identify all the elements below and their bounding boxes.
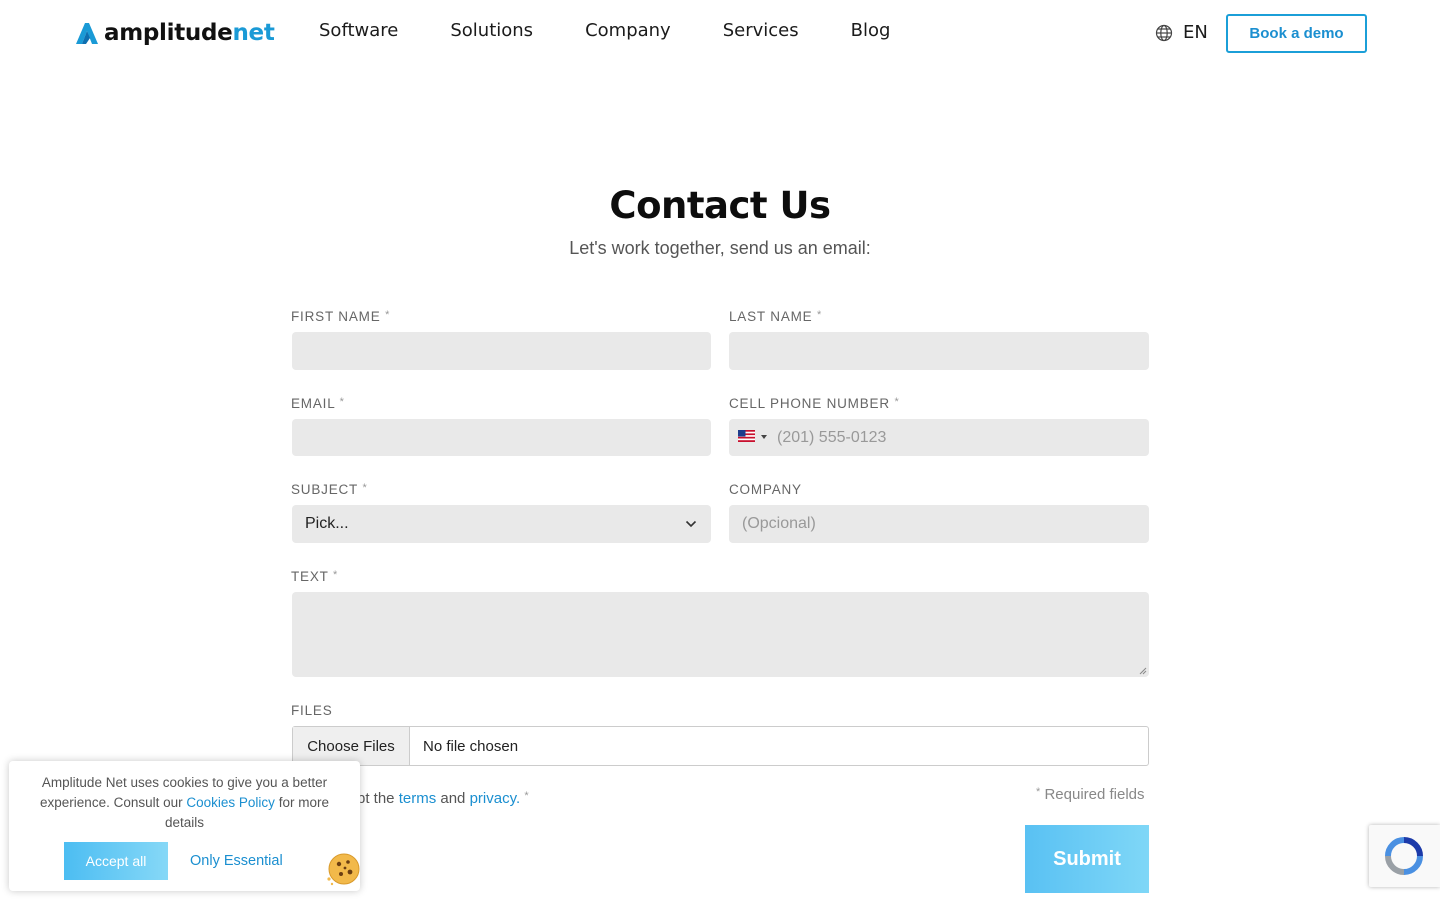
file-input[interactable]: Choose Files No file chosen <box>292 726 1149 766</box>
page-subtitle: Let's work together, send us an email: <box>569 238 871 258</box>
company-input[interactable]: (Opcional) <box>729 505 1149 543</box>
required-fields-note: * Required fields <box>1036 786 1145 803</box>
only-essential-button[interactable]: Only Essential <box>190 853 283 869</box>
file-status: No file chosen <box>423 737 519 755</box>
phone-label: CELL PHONE NUMBER * <box>729 396 900 411</box>
nav-software[interactable]: Software <box>319 20 398 41</box>
phone-input[interactable]: (201) 555-0123 <box>729 419 1149 456</box>
phone-placeholder: (201) 555-0123 <box>777 428 887 446</box>
subject-value: Pick... <box>305 515 349 532</box>
nav-company[interactable]: Company <box>585 20 671 41</box>
email-label: EMAIL * <box>291 396 345 411</box>
subject-label: SUBJECT * <box>291 482 368 497</box>
email-input[interactable] <box>292 419 711 456</box>
cookie-banner: Amplitude Net uses cookies to give you a… <box>9 761 360 891</box>
cookies-policy-link[interactable]: Cookies Policy <box>186 795 275 810</box>
message-textarea[interactable] <box>292 592 1149 677</box>
recaptcha-badge[interactable] <box>1369 825 1440 887</box>
subject-select[interactable]: Pick... <box>292 505 711 543</box>
language-selector[interactable]: EN <box>1155 22 1208 43</box>
company-placeholder: (Opcional) <box>742 515 816 532</box>
files-label: FILES <box>291 703 333 718</box>
first-name-input[interactable] <box>292 332 711 370</box>
logo-mark-icon <box>76 23 98 44</box>
us-flag-icon[interactable] <box>738 430 755 442</box>
terms-acceptance: pt the terms and privacy. * <box>357 790 529 807</box>
cookie-message: Amplitude Net uses cookies to give you a… <box>40 775 329 830</box>
language-label: EN <box>1183 22 1208 43</box>
company-label: COMPANY <box>729 482 802 497</box>
first-name-label: FIRST NAME * <box>291 309 391 324</box>
nav-solutions[interactable]: Solutions <box>450 20 533 41</box>
chevron-down-icon <box>685 520 697 528</box>
resize-grip-icon[interactable] <box>1139 667 1147 675</box>
text-label: TEXT * <box>291 569 339 584</box>
country-caret-icon[interactable] <box>761 435 767 439</box>
submit-button[interactable]: Submit <box>1025 825 1149 893</box>
book-demo-button[interactable]: Book a demo <box>1226 14 1367 53</box>
nav-services[interactable]: Services <box>723 20 799 41</box>
choose-files-button[interactable]: Choose Files <box>293 727 410 765</box>
terms-link[interactable]: terms <box>399 790 437 807</box>
last-name-input[interactable] <box>729 332 1149 370</box>
logo-text: amplitudenet <box>104 20 275 46</box>
cookie-icon <box>327 853 360 886</box>
last-name-label: LAST NAME * <box>729 309 823 324</box>
site-header: amplitudenet Software Solutions Company … <box>0 0 1440 68</box>
page-title: Contact Us <box>609 184 831 227</box>
logo[interactable]: amplitudenet <box>74 18 275 48</box>
privacy-link[interactable]: privacy. <box>470 790 521 807</box>
main-nav: Software Solutions Company Services Blog <box>319 20 942 41</box>
globe-icon <box>1155 24 1173 41</box>
nav-blog[interactable]: Blog <box>851 20 891 41</box>
recaptcha-icon <box>1385 837 1423 875</box>
accept-all-button[interactable]: Accept all <box>64 842 168 880</box>
